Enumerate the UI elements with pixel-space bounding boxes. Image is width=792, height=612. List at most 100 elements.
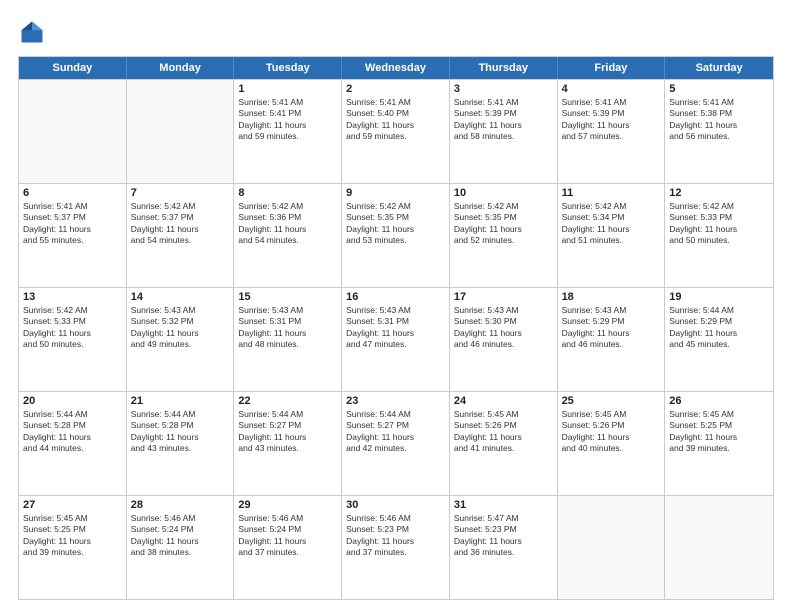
cell-info-line: and 53 minutes. — [346, 235, 445, 246]
day-number: 28 — [131, 499, 230, 511]
day-number: 18 — [562, 291, 661, 303]
day-number: 14 — [131, 291, 230, 303]
cell-info-line: Daylight: 11 hours — [454, 536, 553, 547]
cell-info-line: Sunset: 5:23 PM — [454, 524, 553, 535]
cell-info-line: and 57 minutes. — [562, 131, 661, 142]
cell-info-line: Daylight: 11 hours — [23, 432, 122, 443]
cell-info-line: and 36 minutes. — [454, 547, 553, 558]
day-number: 26 — [669, 395, 769, 407]
cell-info-line: Sunrise: 5:43 AM — [562, 305, 661, 316]
cal-cell-day-7: 7Sunrise: 5:42 AMSunset: 5:37 PMDaylight… — [127, 184, 235, 287]
day-number: 24 — [454, 395, 553, 407]
cal-row-5: 27Sunrise: 5:45 AMSunset: 5:25 PMDayligh… — [19, 495, 773, 599]
cal-cell-day-25: 25Sunrise: 5:45 AMSunset: 5:26 PMDayligh… — [558, 392, 666, 495]
cal-cell-day-19: 19 Sunrise: 5:44 AMSunset: 5:29 PMDayligh… — [665, 288, 773, 391]
cell-info-line: Sunset: 5:34 PM — [562, 212, 661, 223]
cell-info-line: Sunrise: 5:42 AM — [131, 201, 230, 212]
cell-info-line: Sunrise: 5:42 AM — [454, 201, 553, 212]
cell-info-line: Sunset: 5:41 PM — [238, 108, 337, 119]
day-number: 8 — [238, 187, 337, 199]
day-number: 12 — [669, 187, 769, 199]
cell-info-line: Sunrise: 5:41 AM — [454, 97, 553, 108]
cell-info-line: and 42 minutes. — [346, 443, 445, 454]
cell-info-line: Sunset: 5:37 PM — [23, 212, 122, 223]
cell-info-line: Sunset: 5:32 PM — [131, 316, 230, 327]
cal-cell-day-10: 10Sunrise: 5:42 AMSunset: 5:35 PMDayligh… — [450, 184, 558, 287]
cell-info-line: Sunrise: 5:47 AM — [454, 513, 553, 524]
cell-info-line: Sunset: 5:26 PM — [562, 420, 661, 431]
cell-info-line: and 37 minutes. — [346, 547, 445, 558]
cell-info-line: Daylight: 11 hours — [669, 224, 769, 235]
day-number: 13 — [23, 291, 122, 303]
day-number: 7 — [131, 187, 230, 199]
cell-info-line: Daylight: 11 hours — [669, 328, 769, 339]
cell-info-line: and 52 minutes. — [454, 235, 553, 246]
cell-info-line: Sunrise: 5:42 AM — [346, 201, 445, 212]
cell-info-line: and 50 minutes. — [23, 339, 122, 350]
day-number: 6 — [23, 187, 122, 199]
cell-info-line: Sunset: 5:25 PM — [669, 420, 769, 431]
day-number: 10 — [454, 187, 553, 199]
cell-info-line: Sunset: 5:23 PM — [346, 524, 445, 535]
cal-cell-day-3: 3Sunrise: 5:41 AMSunset: 5:39 PMDaylight… — [450, 80, 558, 183]
cell-info-line: Sunset: 5:24 PM — [131, 524, 230, 535]
cell-info-line: and 54 minutes. — [131, 235, 230, 246]
day-number: 16 — [346, 291, 445, 303]
day-number: 15 — [238, 291, 337, 303]
cal-cell-day-13: 13Sunrise: 5:42 AMSunset: 5:33 PMDayligh… — [19, 288, 127, 391]
cell-info-line: Sunrise: 5:45 AM — [23, 513, 122, 524]
cell-info-line: and 46 minutes. — [562, 339, 661, 350]
weekday-header-sunday: Sunday — [19, 57, 127, 79]
cell-info-line: Sunrise: 5:46 AM — [346, 513, 445, 524]
cell-info-line: Sunrise: 5:46 AM — [238, 513, 337, 524]
cal-cell-day-1: 1Sunrise: 5:41 AMSunset: 5:41 PMDaylight… — [234, 80, 342, 183]
cell-info-line: and 39 minutes. — [23, 547, 122, 558]
weekday-header-tuesday: Tuesday — [234, 57, 342, 79]
cell-info-line: Daylight: 11 hours — [238, 536, 337, 547]
cell-info-line: Daylight: 11 hours — [238, 120, 337, 131]
cell-info-line: Sunset: 5:33 PM — [23, 316, 122, 327]
cell-info-line: Sunset: 5:39 PM — [454, 108, 553, 119]
cal-cell-day-30: 30Sunrise: 5:46 AMSunset: 5:23 PMDayligh… — [342, 496, 450, 599]
cell-info-line: Daylight: 11 hours — [346, 536, 445, 547]
calendar: SundayMondayTuesdayWednesdayThursdayFrid… — [18, 56, 774, 600]
cell-info-line: Sunrise: 5:41 AM — [238, 97, 337, 108]
day-number: 29 — [238, 499, 337, 511]
cell-info-line: and 47 minutes. — [346, 339, 445, 350]
cal-cell-day-6: 6Sunrise: 5:41 AMSunset: 5:37 PMDaylight… — [19, 184, 127, 287]
cell-info-line: Sunset: 5:33 PM — [669, 212, 769, 223]
cell-info-line: Sunrise: 5:44 AM — [238, 409, 337, 420]
cell-info-line: Sunrise: 5:44 AM — [669, 305, 769, 316]
cal-cell-day-27: 27Sunrise: 5:45 AMSunset: 5:25 PMDayligh… — [19, 496, 127, 599]
header — [18, 18, 774, 46]
cell-info-line: Sunrise: 5:43 AM — [238, 305, 337, 316]
cal-cell-day-5: 5Sunrise: 5:41 AMSunset: 5:38 PMDaylight… — [665, 80, 773, 183]
cell-info-line: Daylight: 11 hours — [454, 224, 553, 235]
cal-cell-day-23: 23Sunrise: 5:44 AMSunset: 5:27 PMDayligh… — [342, 392, 450, 495]
cell-info-line: Sunrise: 5:41 AM — [23, 201, 122, 212]
cal-cell-day-20: 20Sunrise: 5:44 AMSunset: 5:28 PMDayligh… — [19, 392, 127, 495]
cell-info-line: Daylight: 11 hours — [454, 120, 553, 131]
day-number: 17 — [454, 291, 553, 303]
cal-cell-empty — [558, 496, 666, 599]
cal-cell-day-9: 9Sunrise: 5:42 AMSunset: 5:35 PMDaylight… — [342, 184, 450, 287]
cell-info-line: Daylight: 11 hours — [669, 432, 769, 443]
day-number: 2 — [346, 83, 445, 95]
cal-cell-day-8: 8Sunrise: 5:42 AMSunset: 5:36 PMDaylight… — [234, 184, 342, 287]
cell-info-line: Sunrise: 5:41 AM — [669, 97, 769, 108]
cell-info-line: Daylight: 11 hours — [562, 224, 661, 235]
cal-cell-day-24: 24Sunrise: 5:45 AMSunset: 5:26 PMDayligh… — [450, 392, 558, 495]
cal-row-4: 20Sunrise: 5:44 AMSunset: 5:28 PMDayligh… — [19, 391, 773, 495]
cell-info-line: Sunrise: 5:45 AM — [562, 409, 661, 420]
cal-cell-day-29: 29Sunrise: 5:46 AMSunset: 5:24 PMDayligh… — [234, 496, 342, 599]
cell-info-line: Sunset: 5:39 PM — [562, 108, 661, 119]
day-number: 19 — [669, 291, 769, 303]
cal-cell-day-16: 16Sunrise: 5:43 AMSunset: 5:31 PMDayligh… — [342, 288, 450, 391]
cell-info-line: Sunrise: 5:46 AM — [131, 513, 230, 524]
cal-cell-day-11: 11Sunrise: 5:42 AMSunset: 5:34 PMDayligh… — [558, 184, 666, 287]
cell-info-line: Sunset: 5:29 PM — [669, 316, 769, 327]
cell-info-line: Daylight: 11 hours — [131, 328, 230, 339]
cal-cell-day-22: 22Sunrise: 5:44 AMSunset: 5:27 PMDayligh… — [234, 392, 342, 495]
cell-info-line: and 39 minutes. — [669, 443, 769, 454]
cell-info-line: Sunrise: 5:45 AM — [454, 409, 553, 420]
